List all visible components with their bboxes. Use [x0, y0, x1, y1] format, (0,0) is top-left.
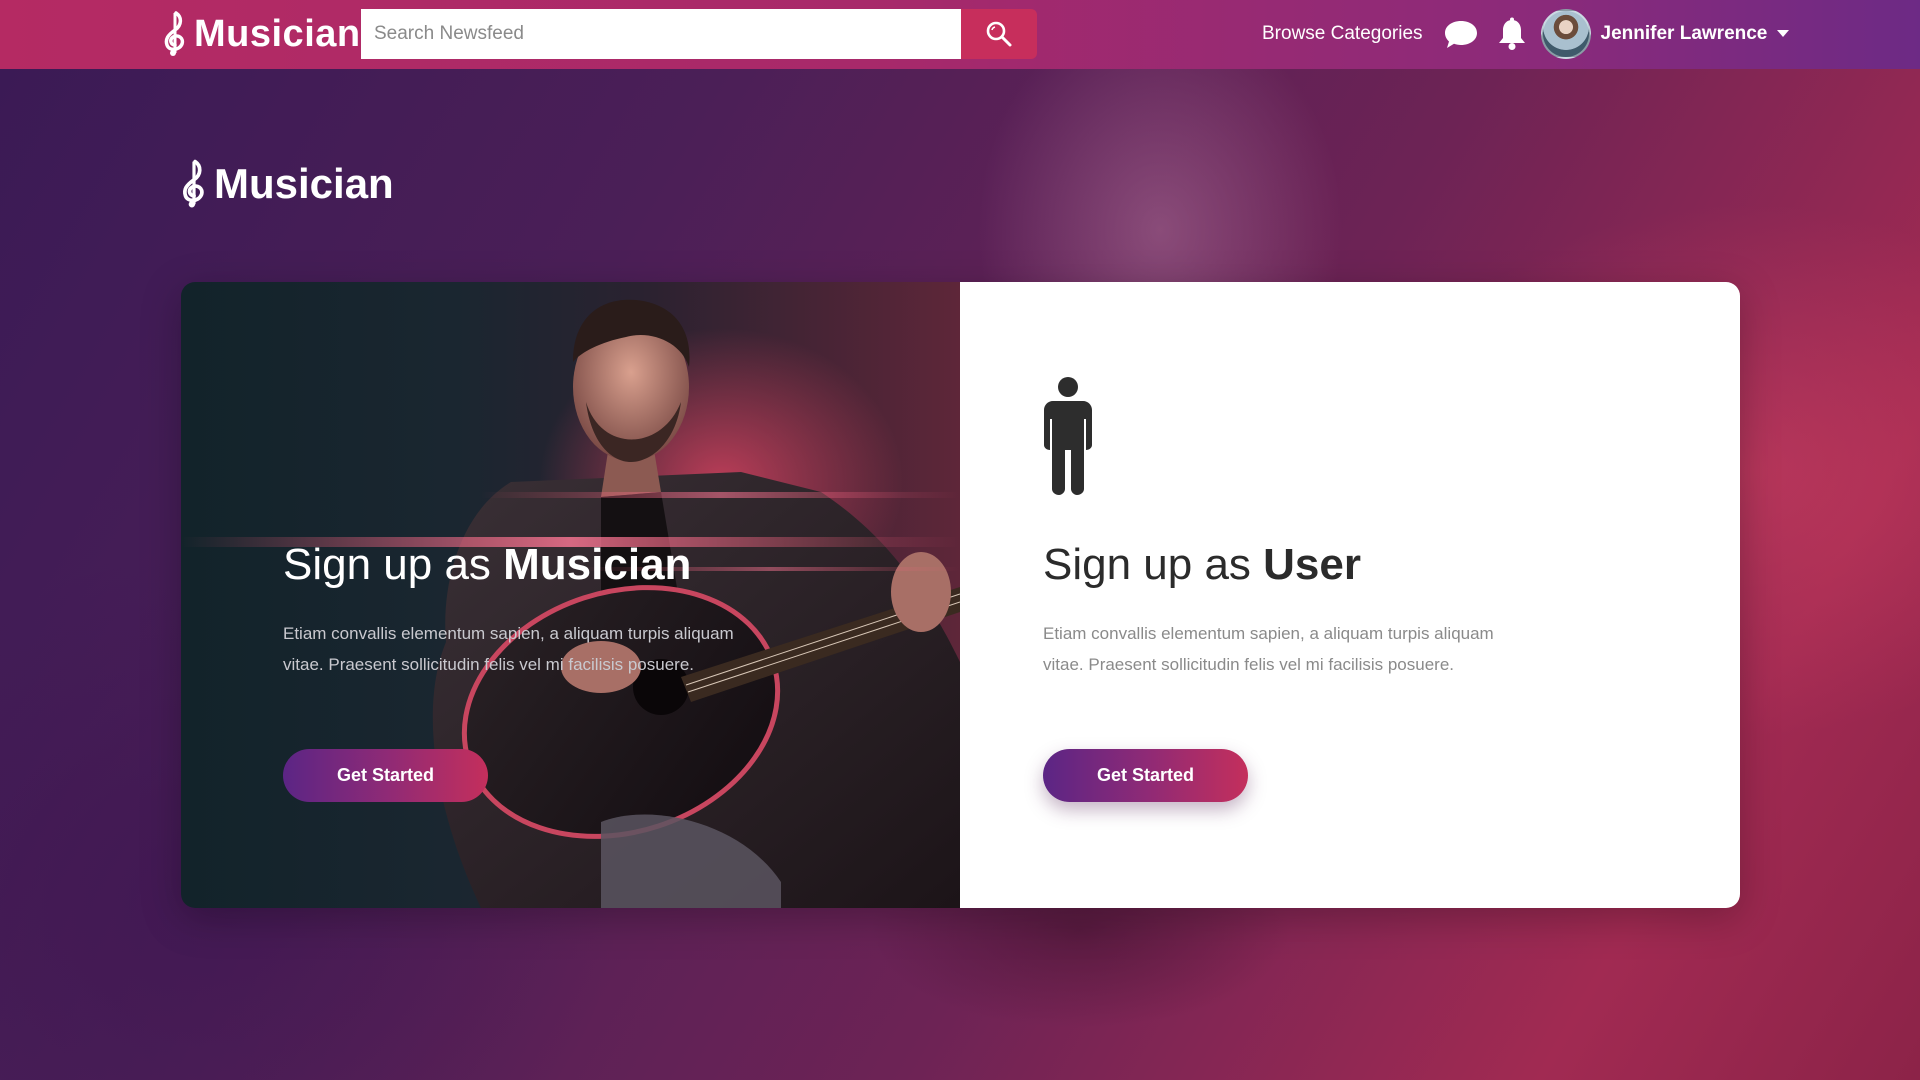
search-icon — [986, 21, 1012, 47]
musician-get-started-button[interactable]: Get Started — [283, 749, 488, 802]
musician-photo — [181, 299, 960, 908]
musician-title-prefix: Sign up as — [283, 540, 504, 589]
nav-logo-text: Musician — [194, 12, 361, 55]
musician-title-strong: Musician — [503, 540, 692, 589]
page-logo-text: Musician — [214, 160, 394, 207]
musician-signup-title: Sign up as Musician — [283, 540, 691, 590]
top-navbar: Musician Browse Categories Jennif — [0, 0, 1920, 69]
search-input[interactable] — [361, 9, 961, 59]
user-signup-description: Etiam convallis elementum sapien, a aliq… — [1043, 624, 1494, 674]
browse-categories-link[interactable]: Browse Categories — [1262, 23, 1423, 45]
search-button[interactable] — [961, 9, 1037, 59]
avatar[interactable] — [1540, 9, 1591, 59]
user-title-strong: User — [1263, 540, 1361, 589]
user-signup-title: Sign up as User — [1043, 540, 1361, 590]
treble-clef-icon — [164, 11, 185, 56]
bell-icon — [1498, 17, 1525, 50]
notifications-button[interactable] — [1497, 17, 1527, 51]
messages-button[interactable] — [1443, 18, 1479, 50]
musician-signup-panel: Sign up as Musician Etiam convallis elem… — [181, 282, 960, 908]
user-title-prefix: Sign up as — [1043, 540, 1264, 589]
user-menu-toggle[interactable] — [1777, 25, 1790, 43]
nav-right-group: Browse Categories Jennifer Lawrence — [1262, 8, 1790, 60]
search-bar — [361, 9, 1037, 59]
user-signup-panel: Sign up as User Etiam convallis elementu… — [960, 282, 1740, 908]
person-icon — [1044, 377, 1092, 495]
signup-card: Sign up as Musician Etiam convallis elem… — [181, 282, 1740, 908]
page-logo: Musician — [178, 154, 394, 214]
musician-signup-description: Etiam convallis elementum sapien, a aliq… — [283, 624, 734, 674]
user-name[interactable]: Jennifer Lawrence — [1601, 23, 1768, 45]
treble-clef-icon — [182, 159, 204, 208]
chat-bubble-icon — [1444, 21, 1477, 48]
nav-logo[interactable]: Musician — [160, 10, 361, 58]
user-get-started-button[interactable]: Get Started — [1043, 749, 1248, 802]
chevron-down-icon — [1777, 30, 1790, 37]
